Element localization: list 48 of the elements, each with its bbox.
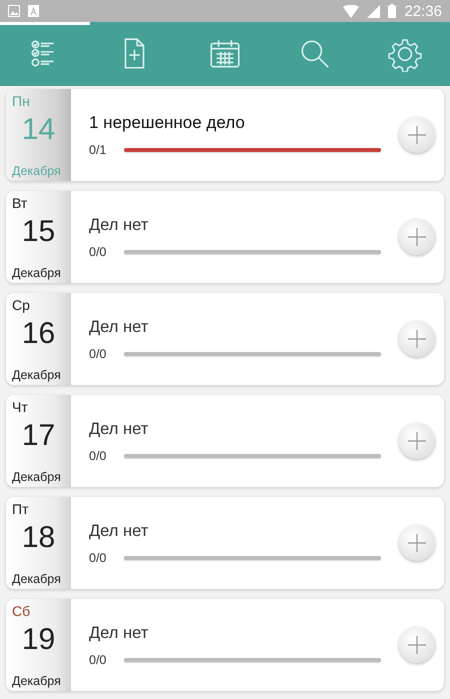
signal-icon: [367, 4, 380, 18]
plus-icon: [407, 329, 427, 349]
task-count: 0/0: [89, 550, 106, 564]
date-number: 15: [22, 217, 56, 247]
month-label: Декабря: [12, 572, 61, 586]
plus-icon: [407, 635, 427, 655]
image-notification-icon: [8, 5, 20, 17]
plus-icon: [407, 533, 427, 553]
task-count: 0/0: [89, 244, 106, 258]
task-count: 0/0: [89, 448, 106, 462]
plus-icon: [407, 227, 427, 247]
month-label: Декабря: [12, 368, 61, 382]
date-number: 14: [22, 115, 56, 145]
plus-icon: [407, 125, 427, 145]
date-number: 18: [22, 523, 56, 553]
wifi-icon: [343, 4, 360, 18]
add-task-button[interactable]: [399, 321, 435, 357]
battery-icon: [388, 4, 396, 18]
task-summary: Дел нет: [89, 624, 148, 642]
weekday-label: Пт: [12, 501, 28, 517]
date-number: 16: [22, 319, 56, 349]
weekday-label: Чт: [12, 399, 28, 415]
add-task-button[interactable]: [399, 423, 435, 459]
task-count: 0/0: [89, 652, 106, 666]
task-summary: Дел нет: [89, 216, 148, 234]
task-summary: Дел нет: [89, 420, 148, 438]
weekday-label: Вт: [12, 195, 28, 211]
add-task-button[interactable]: [399, 219, 435, 255]
task-count: 0/0: [89, 346, 106, 360]
add-task-button[interactable]: [399, 627, 435, 663]
plus-icon: [407, 431, 427, 451]
task-summary: Дел нет: [89, 318, 148, 336]
clock-time: 22:36: [404, 2, 442, 20]
add-task-button[interactable]: [399, 117, 435, 153]
month-label: Декабря: [12, 674, 61, 688]
month-label: Декабря: [12, 266, 61, 280]
weekday-label: Пн: [12, 93, 30, 109]
text-notification-icon: [28, 5, 39, 17]
date-number: 17: [22, 421, 56, 451]
month-label: Декабря: [12, 164, 61, 178]
month-label: Декабря: [12, 470, 61, 484]
add-task-button[interactable]: [399, 525, 435, 561]
task-summary: Дел нет: [89, 522, 148, 540]
weekday-label: Ср: [12, 297, 30, 313]
date-number: 19: [22, 625, 56, 655]
weekday-label: Сб: [12, 603, 30, 619]
task-count: 0/1: [89, 143, 106, 157]
task-summary: 1 нерешенное дело: [89, 113, 245, 133]
